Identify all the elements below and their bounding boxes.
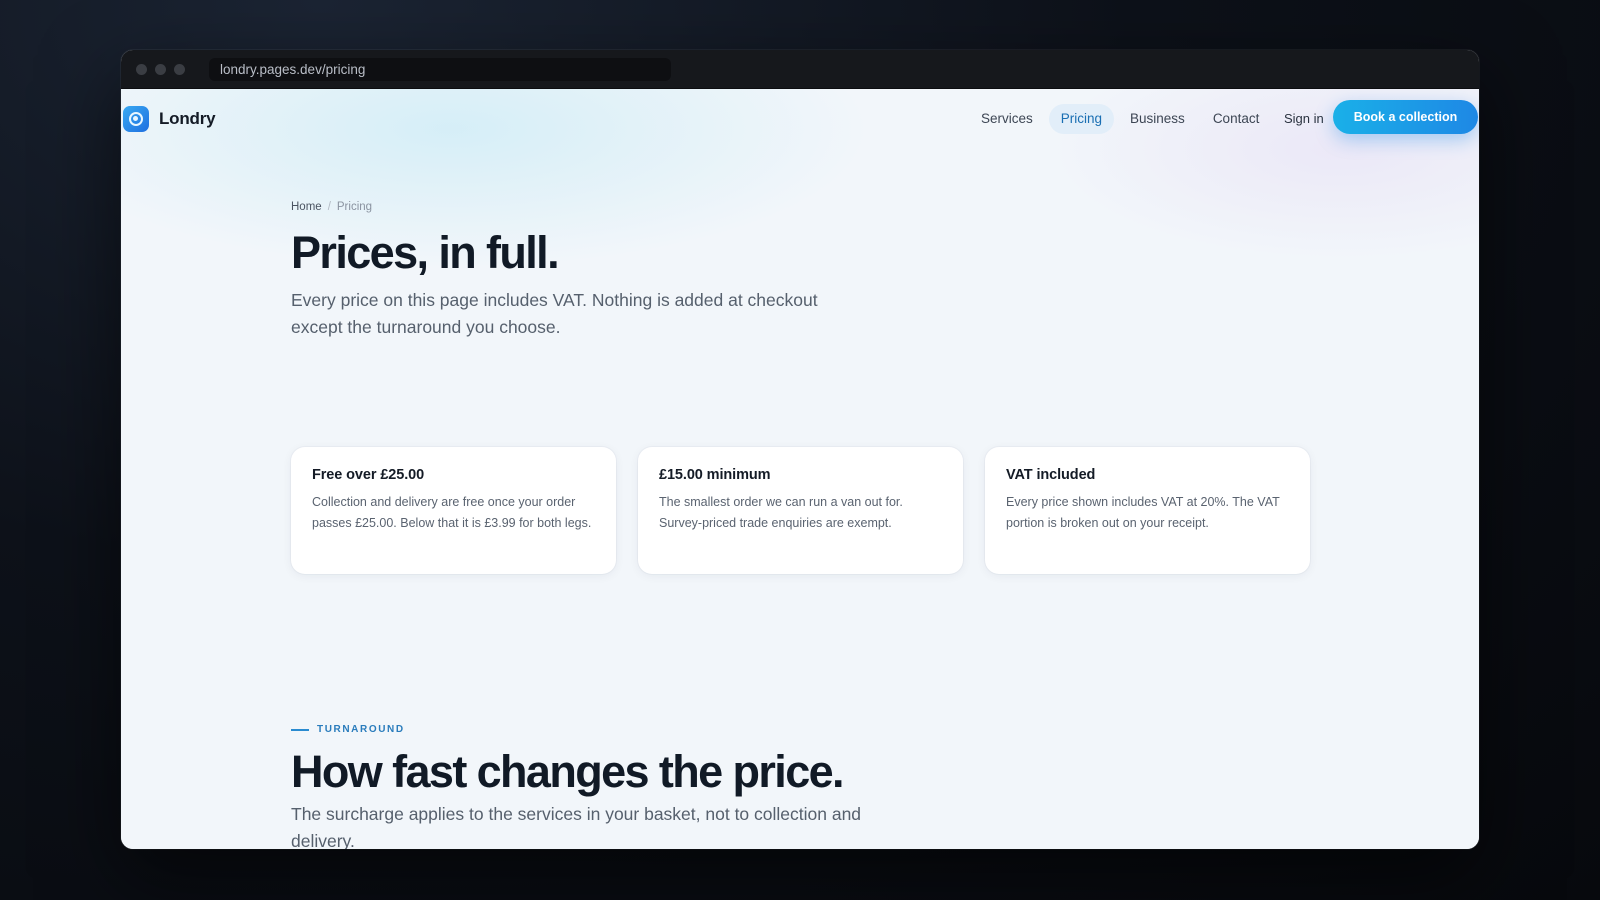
fact-card-vat: VAT included Every price shown includes … bbox=[985, 447, 1310, 574]
fact-card-title: £15.00 minimum bbox=[659, 467, 771, 483]
address-bar[interactable]: londry.pages.dev/pricing bbox=[209, 58, 671, 81]
fact-card-title: VAT included bbox=[1006, 467, 1096, 483]
eyebrow-rule bbox=[291, 728, 309, 731]
washing-machine-icon bbox=[123, 106, 149, 132]
fact-card-title: Free over £25.00 bbox=[312, 467, 425, 483]
fact-card-free-delivery: Free over £25.00 Collection and delivery… bbox=[291, 447, 616, 574]
browser-chrome: londry.pages.dev/pricing bbox=[121, 50, 1479, 89]
fact-card-text: The smallest order we can run a van out … bbox=[659, 495, 903, 530]
fact-card-text: Every price shown includes VAT at 20%. T… bbox=[1006, 495, 1280, 530]
nav-link-business[interactable]: Business bbox=[1118, 104, 1197, 134]
fact-card-minimum: £15.00 minimum The smallest order we can… bbox=[638, 447, 963, 574]
brand-logo[interactable]: Londry bbox=[123, 106, 216, 132]
breadcrumb: Home / Pricing bbox=[291, 201, 372, 213]
section-subtitle: The surcharge applies to the services in… bbox=[291, 804, 862, 849]
window-maximize-dot[interactable] bbox=[174, 64, 185, 75]
site-header: Londry Services Pricing Business Contact… bbox=[121, 89, 1479, 149]
sign-in-link[interactable]: Sign in bbox=[1278, 104, 1330, 134]
breadcrumb-current: Pricing bbox=[336, 201, 373, 213]
page-title: Prices, in full. bbox=[291, 227, 560, 278]
page: Londry Services Pricing Business Contact… bbox=[121, 89, 1479, 849]
nav-link-contact[interactable]: Contact bbox=[1201, 104, 1272, 134]
window-close-dot[interactable] bbox=[136, 64, 147, 75]
nav-link-pricing[interactable]: Pricing bbox=[1048, 104, 1115, 134]
main-nav: Services Pricing Business Contact bbox=[969, 104, 1271, 134]
window-minimize-dot[interactable] bbox=[155, 64, 166, 75]
section-title: How fast changes the price. bbox=[291, 746, 845, 797]
fact-card-text: Collection and delivery are free once yo… bbox=[312, 495, 592, 530]
eyebrow-label: TURNAROUND bbox=[317, 724, 405, 735]
pricing-facts: Free over £25.00 Collection and delivery… bbox=[291, 447, 1310, 574]
brand-name: Londry bbox=[159, 109, 216, 128]
section-eyebrow: TURNAROUND bbox=[291, 724, 405, 735]
book-collection-button[interactable]: Book a collection bbox=[1333, 100, 1478, 134]
breadcrumb-home[interactable]: Home bbox=[291, 201, 322, 213]
nav-link-services[interactable]: Services bbox=[969, 104, 1045, 134]
breadcrumb-separator: / bbox=[327, 201, 331, 213]
page-lede: Every price on this page includes VAT. N… bbox=[291, 290, 818, 337]
browser-window: londry.pages.dev/pricing Londry Services… bbox=[121, 50, 1479, 849]
